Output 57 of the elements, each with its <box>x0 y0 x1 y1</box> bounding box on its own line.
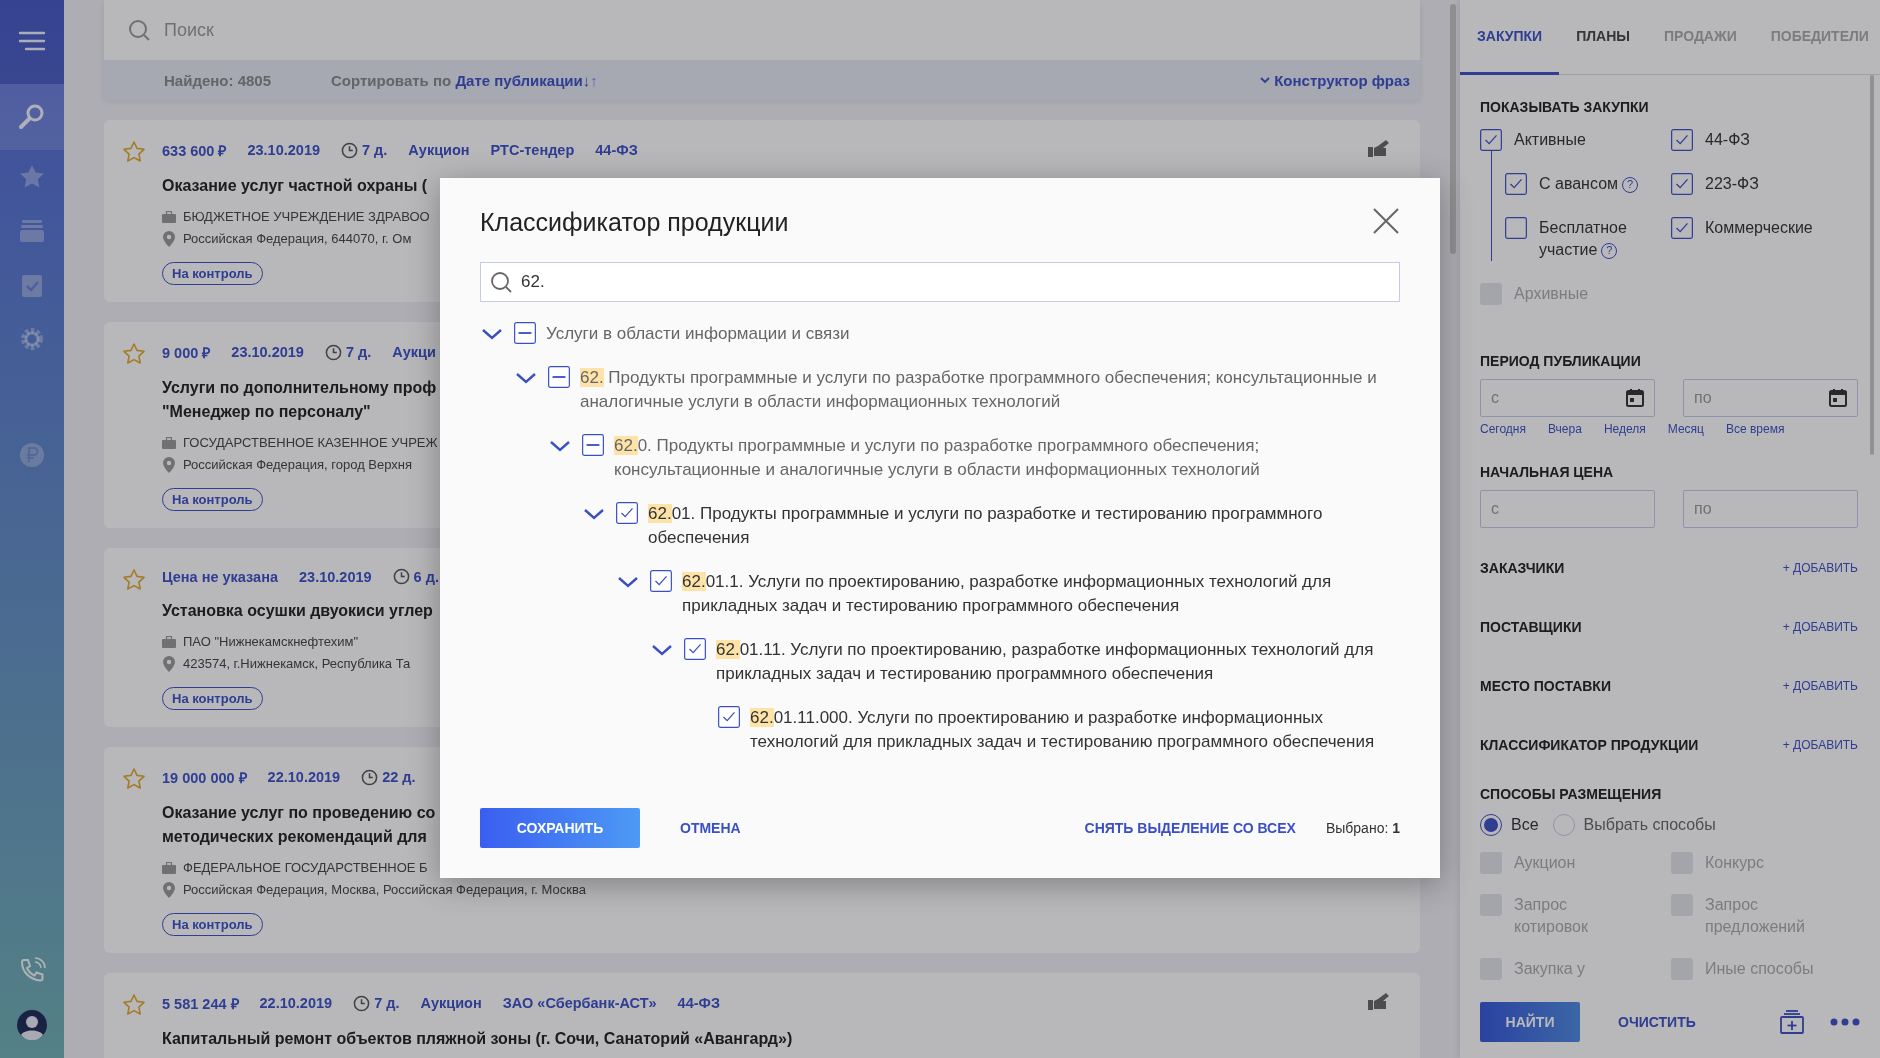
section-title: ЗАКАЗЧИКИ <box>1480 559 1565 576</box>
checkbox-label: 223-ФЗ <box>1705 174 1759 194</box>
tender-tag: Аукцион <box>408 142 470 158</box>
price: 633 600 ₽ <box>162 142 227 160</box>
checkbox-label: Коммерческие <box>1705 218 1813 238</box>
tender-tag: Аукци <box>392 344 436 360</box>
address: 423574, г.Нижнекамск, Республика Та <box>183 655 411 673</box>
section-title: ПЕРИОД ПУБЛИКАЦИИ <box>1480 353 1642 369</box>
section-title: ПОСТАВЩИКИ <box>1480 618 1582 635</box>
selected-count: Выбрано: 1 <box>1325 820 1400 836</box>
checkbox-label: Запрос котировок <box>1514 895 1589 937</box>
checkbox-label: Запрос предложений <box>1705 895 1806 937</box>
tender-tag: Аукцион <box>420 995 482 1011</box>
checkbox-label: Активные <box>1514 130 1586 150</box>
tender-tag: РТС-тендер <box>490 142 575 158</box>
date: 22.10.2019 <box>267 769 341 785</box>
section-title: НАЧАЛЬНАЯ ЦЕНА <box>1480 464 1615 480</box>
customer-name: ГОСУДАРСТВЕННОЕ КАЗЕННОЕ УЧРЕЖ <box>183 434 438 452</box>
results-count: Найдено: 4805 <box>164 71 271 89</box>
checkbox-label: Иные способы <box>1705 959 1814 979</box>
dialog-title: Классификатор продукции <box>480 207 789 237</box>
tender-tag: ЗАО «Сбербанк-АСТ» <box>502 995 657 1011</box>
radio-label: Все <box>1511 816 1539 834</box>
tender-tag: 44-ФЗ <box>595 142 638 158</box>
customer-name: БЮДЖЕТНОЕ УЧРЕЖДЕНИЕ ЗДРАВОО <box>183 208 430 226</box>
days-left: 7 д. <box>362 142 388 158</box>
date: 23.10.2019 <box>247 142 321 158</box>
date: 23.10.2019 <box>299 568 372 585</box>
date: 23.10.2019 <box>231 344 304 360</box>
section-title: КЛАССИФИКАТОР ПРОДУКЦИИ <box>1480 736 1699 753</box>
checkbox-label: Закупка у <box>1514 959 1586 979</box>
section-title: СПОСОБЫ РАЗМЕЩЕНИЯ <box>1480 786 1663 802</box>
customer-name: ПАО "Нижнекамскнефтехим" <box>183 633 359 651</box>
customer-name: ФЕДЕРАЛЬНОЕ ГОСУДАРСТВЕННОЕ Б <box>183 859 428 877</box>
tender-tag: 44-ФЗ <box>677 995 721 1011</box>
section-title: ПОКАЗЫВАТЬ ЗАКУПКИ <box>1480 99 1650 115</box>
price: Цена не указана <box>162 568 278 585</box>
sort-label: Сортировать по <box>331 71 453 89</box>
section-title: МЕСТО ПОСТАВКИ <box>1480 677 1611 694</box>
checkbox-label: Аукцион <box>1514 853 1576 873</box>
checkbox-label: С авансом ? <box>1539 173 1639 195</box>
checkbox-label: Бесплатное участие ? <box>1539 218 1628 261</box>
date: 22.10.2019 <box>259 995 333 1011</box>
price: 9 000 ₽ <box>162 344 211 362</box>
days-left: 7 д. <box>374 995 400 1011</box>
checkbox-label: Конкурс <box>1705 853 1764 873</box>
days-left: 7 д. <box>345 344 372 360</box>
days-left: 6 д. <box>413 568 439 585</box>
address: Российская Федерация, Москва, Российская Федерация, г. Москва <box>183 881 586 899</box>
radio-label: Выбрать способы <box>1583 816 1716 834</box>
price: 5 581 244 ₽ <box>162 995 239 1013</box>
address: Российская Федерация, 644070, г. Ом <box>183 230 412 248</box>
days-left: 22 д. <box>382 769 416 785</box>
checkbox-label: Архивные <box>1514 284 1589 304</box>
price: 19 000 000 ₽ <box>162 769 247 787</box>
checkbox-label: 44-ФЗ <box>1705 130 1750 150</box>
address: Российская Федерация, город Верхня <box>183 456 413 474</box>
